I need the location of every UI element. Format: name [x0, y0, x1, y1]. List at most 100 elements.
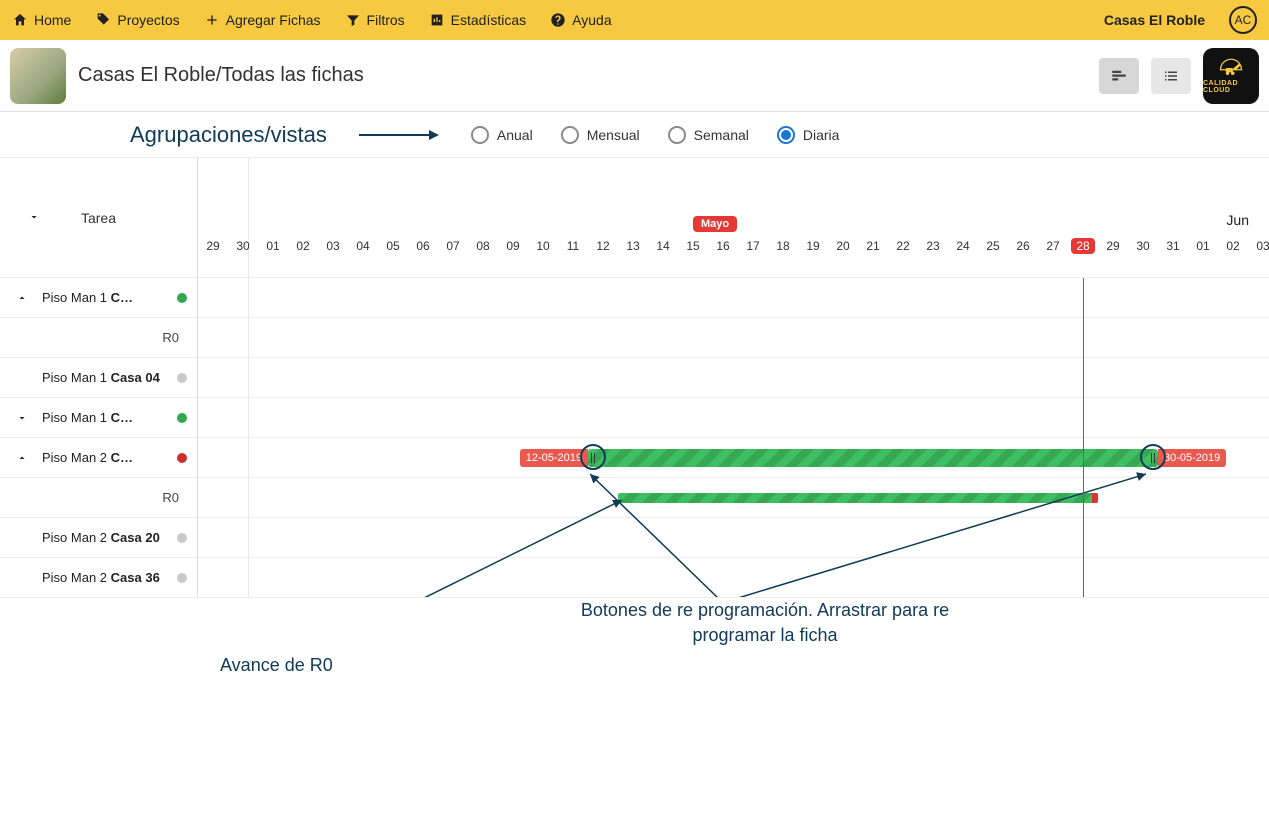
day-cell: 22 [888, 239, 918, 265]
task-row[interactable]: Piso Man 2 Casa 20 [0, 518, 197, 558]
day-cell: 29 [198, 239, 228, 265]
excavator-icon [1217, 57, 1245, 79]
radio-daily[interactable]: Diaria [777, 126, 840, 144]
day-cell: 03 [1248, 239, 1269, 265]
day-cell: 08 [468, 239, 498, 265]
chevron-down-icon[interactable] [10, 412, 34, 424]
brand-logo: CALIDAD CLOUD [1203, 48, 1259, 104]
gantt-bar-progress[interactable] [618, 493, 1098, 503]
gantt-timeline[interactable]: Mayo Jun 2930010203040506070809101112131… [198, 158, 1269, 597]
day-cell: 25 [978, 239, 1008, 265]
nav-help[interactable]: Ayuda [550, 12, 611, 28]
day-cell: 17 [738, 239, 768, 265]
day-cell: 23 [918, 239, 948, 265]
day-cell: 07 [438, 239, 468, 265]
task-row[interactable]: Piso Man 1 Casa 04 [0, 358, 197, 398]
nav-filters[interactable]: Filtros [345, 12, 405, 28]
gantt-view-icon [1110, 67, 1128, 85]
resize-handle-right[interactable] [1148, 449, 1158, 467]
task-header-label: Tarea [81, 210, 116, 226]
nav-add-label: Agregar Fichas [226, 12, 321, 28]
nav-add[interactable]: Agregar Fichas [204, 12, 321, 28]
chevron-up-icon[interactable] [10, 292, 34, 304]
task-label: Piso Man 2 C… [42, 450, 169, 465]
chevron-down-icon[interactable] [28, 210, 40, 226]
day-cell: 21 [858, 239, 888, 265]
nav-help-label: Ayuda [572, 12, 611, 28]
radio-icon [561, 126, 579, 144]
day-cell: 31 [1158, 239, 1188, 265]
chevron-up-icon[interactable] [10, 452, 34, 464]
task-row[interactable]: Piso Man 2 Casa 36 [0, 558, 197, 598]
task-row[interactable]: R0 [0, 478, 197, 518]
task-row[interactable]: Piso Man 1 C… [0, 398, 197, 438]
status-dot [177, 533, 187, 543]
project-thumb [10, 48, 66, 104]
day-cell: 04 [348, 239, 378, 265]
radio-monthly[interactable]: Mensual [561, 126, 640, 144]
brand-logo-label: CALIDAD CLOUD [1203, 80, 1259, 94]
day-cell: 19 [798, 239, 828, 265]
view-gantt-button[interactable] [1099, 58, 1139, 94]
day-cell: 18 [768, 239, 798, 265]
task-label: Piso Man 1 Casa 04 [42, 370, 169, 385]
task-row[interactable]: Piso Man 2 C… [0, 438, 197, 478]
month-pill: Mayo [693, 216, 737, 232]
resize-handle-left[interactable] [588, 449, 598, 467]
task-label: Piso Man 1 C… [42, 290, 169, 305]
status-dot [177, 373, 187, 383]
nav-projects[interactable]: Proyectos [95, 12, 179, 28]
radio-annual[interactable]: Anual [471, 126, 533, 144]
arrow-right-icon [359, 129, 439, 141]
gantt-task-list: Tarea Piso Man 1 C… R0 Piso Man 1 Casa 04 P… [0, 158, 198, 597]
nav-filters-label: Filtros [367, 12, 405, 28]
radio-weekly[interactable]: Semanal [668, 126, 749, 144]
nav-stats-label: Estadísticas [451, 12, 526, 28]
annotation-text-buttons: Botones de re programación. Arrastrar pa… [565, 598, 965, 648]
bar-end-date: 30-05-2019 [1158, 449, 1226, 467]
status-dot [177, 573, 187, 583]
views-title: Agrupaciones/vistas [130, 122, 327, 148]
nav-projects-label: Proyectos [117, 12, 179, 28]
list-view-icon [1162, 67, 1180, 85]
task-row[interactable]: R0 [0, 318, 197, 358]
radio-weekly-label: Semanal [694, 127, 749, 143]
nav-home[interactable]: Home [12, 12, 71, 28]
gantt: Tarea Piso Man 1 C… R0 Piso Man 1 Casa 04 P… [0, 158, 1269, 598]
task-header: Tarea [0, 158, 197, 278]
avatar[interactable]: AC [1229, 6, 1257, 34]
task-label: Piso Man 1 C… [42, 410, 169, 425]
radio-monthly-label: Mensual [587, 127, 640, 143]
radio-annual-label: Anual [497, 127, 533, 143]
day-cell: 24 [948, 239, 978, 265]
timeline-header: Mayo Jun 2930010203040506070809101112131… [198, 158, 1269, 278]
day-cell: 11 [558, 239, 588, 265]
top-navbar: Home Proyectos Agregar Fichas Filtros Es… [0, 0, 1269, 40]
day-row: 2930010203040506070809101112131415161718… [198, 239, 1269, 265]
day-cell: 09 [498, 239, 528, 265]
page-title: Casas El Roble/Todas las fichas [78, 64, 364, 87]
day-cell: 13 [618, 239, 648, 265]
day-cell: 06 [408, 239, 438, 265]
day-cell: 30 [1128, 239, 1158, 265]
day-cell: 10 [528, 239, 558, 265]
nav-stats[interactable]: Estadísticas [429, 12, 526, 28]
nav-home-label: Home [34, 12, 71, 28]
day-cell: 05 [378, 239, 408, 265]
task-row[interactable]: Piso Man 1 C… [0, 278, 197, 318]
day-cell: 16 [708, 239, 738, 265]
status-dot [177, 453, 187, 463]
plus-icon [204, 12, 220, 28]
help-icon [550, 12, 566, 28]
day-cell: 01 [258, 239, 288, 265]
home-icon [12, 12, 28, 28]
day-cell: 15 [678, 239, 708, 265]
filter-icon [345, 12, 361, 28]
day-cell: 30 [228, 239, 258, 265]
status-dot [177, 413, 187, 423]
day-cell: 02 [288, 239, 318, 265]
view-list-button[interactable] [1151, 58, 1191, 94]
gantt-body: 12-05-2019 30-05-2019 [198, 278, 1269, 597]
gantt-bar-main[interactable]: 12-05-2019 30-05-2019 [588, 449, 1158, 467]
radio-icon [471, 126, 489, 144]
